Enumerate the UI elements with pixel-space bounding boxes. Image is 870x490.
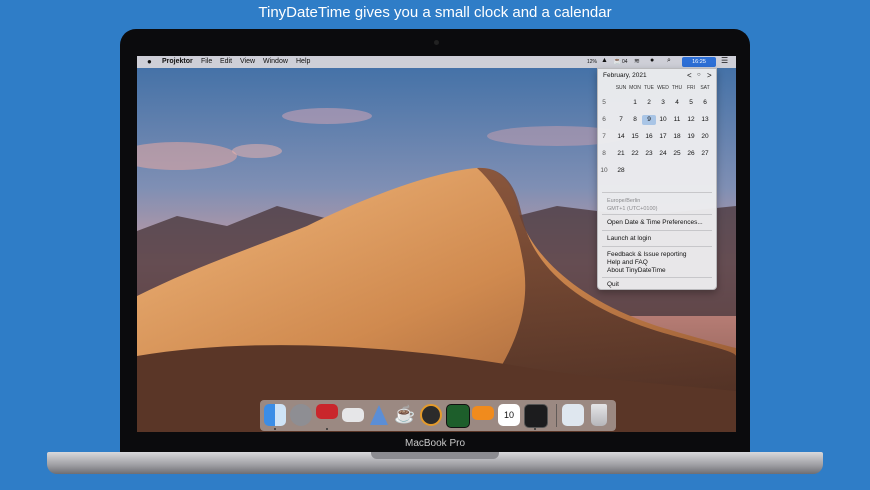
running-indicator <box>326 428 328 430</box>
menu-help[interactable]: Help <box>296 58 310 65</box>
coffee-cup-icon[interactable]: ☕ <box>394 404 416 426</box>
calendar-month-label: February, 2021 <box>603 72 647 79</box>
search-icon[interactable]: ⌕ <box>667 57 671 65</box>
screens-icon[interactable] <box>342 408 364 422</box>
calendar-app-icon[interactable]: 10 <box>498 404 520 426</box>
laptop-screen: ● Projektor File Edit View Window Help 1… <box>137 56 736 432</box>
timezone-offset: GMT+1 (UTC+0100) <box>607 206 658 212</box>
vlc-icon[interactable] <box>420 404 442 426</box>
running-indicator <box>274 428 276 430</box>
calendar-day[interactable]: 27 <box>698 149 712 159</box>
coffee-icon[interactable]: ☕ <box>613 57 622 65</box>
menu-window[interactable]: Window <box>263 58 288 65</box>
calendar-day[interactable]: 12 <box>684 115 698 125</box>
next-month-button[interactable]: > <box>707 71 712 80</box>
divider <box>602 192 712 193</box>
today-button[interactable]: ○ <box>697 72 701 78</box>
projector-icon[interactable] <box>316 404 338 419</box>
calendar-day[interactable]: 25 <box>670 149 684 159</box>
calendar-day[interactable]: 24 <box>656 149 670 159</box>
calendar-day[interactable]: 10 <box>656 115 670 125</box>
finder-icon[interactable] <box>264 404 286 426</box>
quit-item[interactable]: Quit <box>607 281 619 288</box>
prev-month-button[interactable]: < <box>687 71 692 80</box>
dock-separator <box>556 404 557 427</box>
calendar-day[interactable]: 15 <box>628 132 642 142</box>
week-number: 7 <box>602 133 606 140</box>
day-header: SAT <box>700 85 710 91</box>
user-icon[interactable]: ● <box>650 57 654 64</box>
running-indicator <box>534 428 536 430</box>
day-header: TUE <box>644 85 654 91</box>
calendar-day[interactable]: 14 <box>614 132 628 142</box>
calendar-day[interactable]: 20 <box>698 132 712 142</box>
battery-status[interactable]: 12% <box>587 59 597 65</box>
menu-edit[interactable]: Edit <box>220 58 232 65</box>
battery-app-icon[interactable] <box>472 406 494 420</box>
help-faq-item[interactable]: Help and FAQ <box>607 259 648 266</box>
notification-center-icon[interactable]: ☰ <box>721 56 728 65</box>
calendar-day[interactable]: 26 <box>684 149 698 159</box>
activity-monitor-icon[interactable] <box>446 404 470 428</box>
week-number: 8 <box>602 150 606 157</box>
calendar-day[interactable]: 5 <box>684 98 698 108</box>
feedback-item[interactable]: Feedback & Issue reporting <box>607 251 687 258</box>
wifi-icon[interactable]: ≋ <box>634 57 640 65</box>
laptop-notch <box>371 452 499 459</box>
calendar-day[interactable]: 16 <box>642 132 656 142</box>
bell-icon[interactable]: ▲ <box>601 57 608 64</box>
day-header: MON <box>629 85 641 91</box>
menu-view[interactable]: View <box>240 58 255 65</box>
calendar-day[interactable]: 4 <box>670 98 684 108</box>
calendar-day[interactable]: 3 <box>656 98 670 108</box>
calendar-day-today[interactable]: 9 <box>642 115 656 125</box>
divider <box>602 230 712 231</box>
calendar-day[interactable]: 28 <box>614 166 628 176</box>
calendar-day[interactable]: 11 <box>670 115 684 125</box>
device-label: MacBook Pro <box>404 438 466 449</box>
app-menu[interactable]: Projektor <box>162 58 193 65</box>
divider <box>602 214 712 215</box>
menu-bar: ● Projektor File Edit View Window Help 1… <box>137 56 736 68</box>
xcode-instruments-icon[interactable] <box>368 404 390 426</box>
day-header: SUN <box>615 85 627 91</box>
downloads-folder-icon[interactable] <box>562 404 584 426</box>
timezone-name: Europe/Berlin <box>607 198 641 204</box>
cpu-status[interactable]: 04 <box>622 59 628 65</box>
week-number: 10 <box>600 167 608 174</box>
tinydatetime-clock[interactable]: 16:25 <box>682 57 716 67</box>
day-header: FRI <box>686 85 696 91</box>
calendar-day[interactable]: 2 <box>642 98 656 108</box>
calendar-day[interactable]: 23 <box>642 149 656 159</box>
launch-at-login-item[interactable]: Launch at login <box>607 235 651 242</box>
tinydatetime-dropdown: February, 2021 < ○ > SUN MON TUE WED THU FRI S… <box>597 68 717 290</box>
dock: ☕ 10 <box>260 400 616 431</box>
divider <box>602 246 712 247</box>
terminal-icon[interactable] <box>524 404 548 428</box>
day-header: THU <box>671 85 683 91</box>
calendar-day[interactable]: 6 <box>698 98 712 108</box>
calendar-day[interactable]: 8 <box>628 115 642 125</box>
calendar-day[interactable]: 18 <box>670 132 684 142</box>
calendar-day[interactable]: 7 <box>614 115 628 125</box>
calendar-day[interactable]: 13 <box>698 115 712 125</box>
camera-dot <box>434 40 439 45</box>
week-number: 5 <box>602 99 606 106</box>
calendar-day[interactable]: 1 <box>628 98 642 108</box>
calendar-day[interactable]: 19 <box>684 132 698 142</box>
calendar-day[interactable]: 21 <box>614 149 628 159</box>
apple-icon[interactable]: ● <box>147 57 152 66</box>
trash-icon[interactable] <box>591 404 607 426</box>
week-number: 6 <box>602 116 606 123</box>
headline: TinyDateTime gives you a small clock and… <box>258 4 612 21</box>
menu-file[interactable]: File <box>201 58 212 65</box>
system-preferences-icon[interactable] <box>290 404 312 426</box>
calendar-day[interactable]: 22 <box>628 149 642 159</box>
open-date-time-preferences-item[interactable]: Open Date & Time Preferences... <box>607 219 703 226</box>
about-item[interactable]: About TinyDateTime <box>607 267 666 274</box>
calendar-day[interactable]: 17 <box>656 132 670 142</box>
divider <box>602 277 712 278</box>
day-header: WED <box>657 85 669 91</box>
